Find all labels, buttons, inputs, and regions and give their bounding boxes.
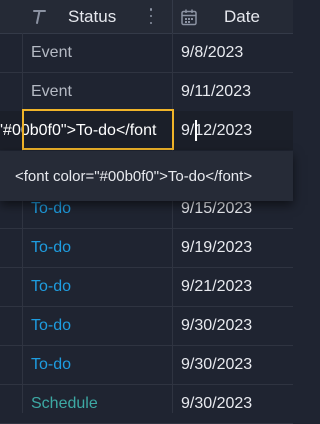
table-row[interactable]: Event 9/8/2023 (0, 33, 293, 73)
status-cell[interactable]: Event (31, 33, 72, 72)
table-row[interactable]: To-do 9/19/2023 (0, 228, 293, 268)
active-cell-border (22, 109, 174, 150)
date-cell[interactable]: 9/30/2023 (181, 384, 252, 423)
date-cell[interactable]: 9/19/2023 (181, 228, 252, 267)
table-row[interactable]: Event 9/11/2023 (0, 72, 293, 112)
status-cell[interactable]: Schedule (31, 384, 98, 423)
date-cell[interactable]: 9/30/2023 (181, 345, 252, 384)
calendar-icon (180, 0, 198, 33)
column-resize-handle[interactable] (172, 0, 173, 33)
preview-text: <font color="#00b0f0">To-do</font> (15, 167, 253, 185)
status-cell[interactable]: To-do (31, 228, 71, 267)
status-cell[interactable]: Event (31, 72, 72, 111)
status-column-menu-icon[interactable] (149, 8, 153, 24)
table-header: Status Date (0, 0, 293, 34)
date-cell[interactable]: 9/12/2023 (181, 111, 252, 150)
cell-content-preview: <font color="#00b0f0">To-do</font> (0, 151, 293, 201)
table-row[interactable]: Schedule 9/30/2023 (0, 384, 293, 424)
table-row[interactable]: To-do 9/30/2023 (0, 345, 293, 385)
date-cell[interactable]: 9/8/2023 (181, 33, 243, 72)
date-cell[interactable]: 9/21/2023 (181, 267, 252, 306)
table-row[interactable]: To-do 9/30/2023 (0, 306, 293, 346)
table-row[interactable]: To-do 9/21/2023 (0, 267, 293, 307)
status-cell[interactable]: To-do (31, 306, 71, 345)
text-caret (195, 120, 197, 141)
date-cell[interactable]: 9/11/2023 (181, 72, 251, 111)
status-cell[interactable]: To-do (31, 267, 71, 306)
date-column-header[interactable]: Date (224, 7, 260, 27)
status-column-header[interactable]: Status (68, 7, 116, 27)
status-cell[interactable]: To-do (31, 345, 71, 384)
text-type-icon (31, 0, 47, 33)
date-cell[interactable]: 9/30/2023 (181, 306, 252, 345)
